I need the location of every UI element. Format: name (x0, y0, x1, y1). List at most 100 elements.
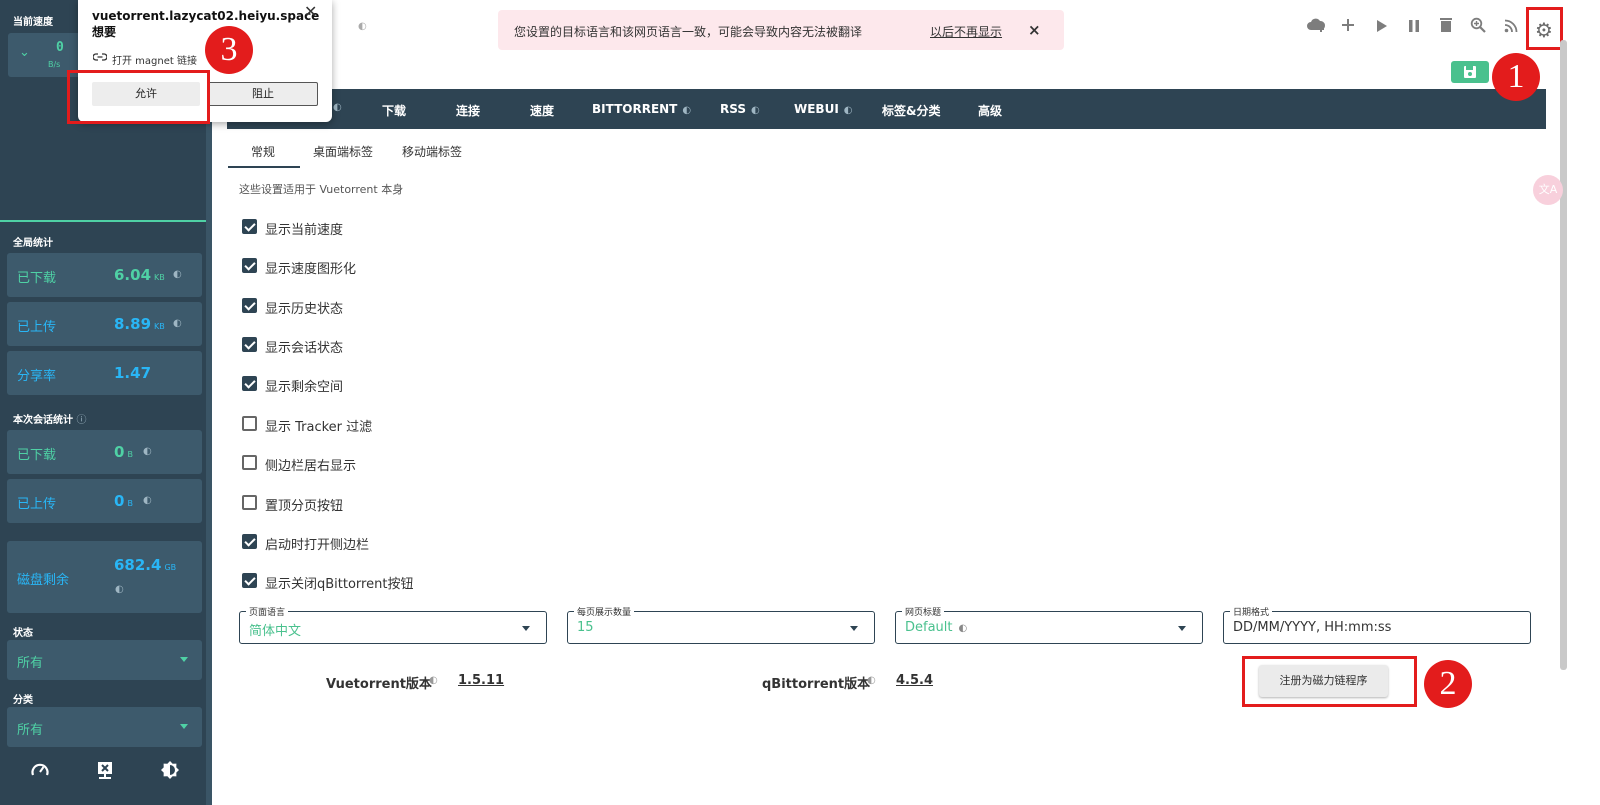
category-filter-value: 所有 (17, 723, 44, 738)
active-subtab-indicator (228, 166, 300, 168)
allow-button-highlight (67, 70, 210, 124)
rss-icon[interactable] (1500, 16, 1522, 40)
register-magnet-button[interactable]: 注册为磁力链程序 (1259, 665, 1388, 697)
popup-title: vuetorrent.lazycat02.heiyu.space 想要 (92, 9, 320, 39)
loading-icon: ◐ (333, 102, 342, 113)
page-size-select[interactable]: 每页展示数量 15 (567, 605, 875, 644)
dropdown-arrow-icon (180, 724, 188, 729)
loading-icon: ◐ (173, 269, 182, 280)
play-icon[interactable] (1370, 16, 1392, 40)
language-select-label: 页面语言 (246, 605, 289, 618)
session-downloaded-card: 已下载 0B ◐ (7, 430, 202, 474)
global-downloaded-label: 已下载 (17, 271, 57, 286)
save-button[interactable] (1451, 61, 1489, 83)
checkbox-unchecked[interactable] (242, 495, 257, 510)
checkbox-checked[interactable] (242, 534, 257, 549)
global-downloaded-card: 已下载 6.04 KB ◐ (7, 253, 202, 297)
loading-icon: ◐ (358, 21, 367, 32)
disk-free-card: 磁盘剩余 682.4 GB ◐ (7, 541, 202, 613)
global-uploaded-value: 8.89 KB (114, 315, 165, 333)
speed-unit: B/s (48, 60, 61, 69)
speedometer-icon[interactable] (29, 760, 51, 782)
status-filter-select[interactable]: 所有 (7, 640, 202, 680)
global-uploaded-card: 已上传 8.89 KB ◐ (7, 302, 202, 346)
speed-graph-baseline (0, 220, 206, 222)
date-format-value: DD/MM/YYYY, HH:mm:ss (1233, 620, 1392, 635)
disk-free-label: 磁盘剩余 (17, 573, 70, 588)
page-size-select-label: 每页展示数量 (574, 605, 635, 618)
date-format-label: 日期格式 (1230, 605, 1273, 618)
dropdown-arrow-icon (180, 657, 188, 662)
tab-speed[interactable]: 速度 (530, 102, 554, 119)
status-filter-value: 所有 (17, 656, 44, 671)
checkbox-checked[interactable] (242, 298, 257, 313)
close-icon[interactable]: ✕ (304, 2, 317, 21)
never-show-link[interactable]: 以后不再显示 (930, 23, 1002, 40)
subtab-desktop[interactable]: 桌面端标签 (313, 143, 373, 160)
date-format-input[interactable]: 日期格式 DD/MM/YYYY, HH:mm:ss (1223, 605, 1531, 644)
dropdown-arrow-icon (850, 626, 858, 631)
page-title-select[interactable]: 网页标题 Default ◐ (895, 605, 1203, 644)
cloud-add-icon[interactable] (1305, 16, 1327, 40)
vuetorrent-version-label: Vuetorrent版本 (326, 677, 432, 692)
page-size-select-value: 15 (577, 620, 594, 635)
subtab-general[interactable]: 常规 (251, 143, 275, 160)
dropdown-arrow-icon (522, 626, 530, 631)
status-heading: 状态 (13, 628, 33, 639)
delete-icon[interactable] (1435, 16, 1457, 40)
main-scrollbar[interactable] (1560, 40, 1567, 670)
info-icon: ⓘ (76, 415, 87, 426)
checkbox-checked[interactable] (242, 219, 257, 234)
translate-banner-message: 您设置的目标语言和该网页语言一致，可能会导致内容无法被翻译 (514, 25, 863, 39)
settings-gear-icon[interactable]: ⚙ (1535, 18, 1553, 42)
annotation-badge-1: 1 (1492, 53, 1540, 101)
tab-rss[interactable]: RSS ◐ (720, 102, 760, 116)
session-downloaded-value: 0B (114, 443, 133, 461)
translate-float-icon[interactable]: 文A (1533, 175, 1563, 205)
tab-tags-categories[interactable]: 标签&分类 (882, 102, 940, 119)
subtab-mobile[interactable]: 移动端标签 (402, 143, 462, 160)
tab-bittorrent[interactable]: BITTORRENT ◐ (592, 102, 691, 116)
global-ratio-card: 分享率 1.47 (7, 351, 202, 395)
close-icon[interactable]: × (1028, 21, 1041, 39)
block-button[interactable]: 阻止 (208, 82, 318, 106)
checkbox-checked[interactable] (242, 376, 257, 391)
theme-toggle-icon[interactable] (159, 760, 181, 782)
floppy-disk-icon (1464, 66, 1476, 78)
ratio-value: 1.47 (114, 364, 152, 382)
add-icon[interactable] (1337, 16, 1359, 40)
pause-icon[interactable] (1403, 16, 1425, 40)
tab-connection[interactable]: 连接 (456, 102, 480, 119)
tab-downloads[interactable]: 下载 (382, 102, 406, 119)
loading-icon: ◐ (867, 675, 876, 686)
chevron-down-icon[interactable]: ⌄ (19, 45, 30, 60)
checkbox-unchecked[interactable] (242, 455, 257, 470)
global-downloaded-value: 6.04 KB (114, 266, 165, 284)
checkbox-checked[interactable] (242, 337, 257, 352)
current-speed-heading: 当前速度 (13, 17, 53, 28)
loading-icon: ◐ (173, 318, 182, 329)
language-select-value: 简体中文 (249, 624, 302, 639)
settings-description: 这些设置适用于 Vuetorrent 本身 (239, 183, 404, 196)
server-remove-icon[interactable] (94, 760, 116, 782)
checkbox-checked[interactable] (242, 258, 257, 273)
tab-advanced[interactable]: 高级 (978, 102, 1002, 119)
checkbox-checked[interactable] (242, 573, 257, 588)
search-plus-icon[interactable] (1467, 16, 1489, 40)
category-filter-select[interactable]: 所有 (7, 707, 202, 747)
page-title-select-value: Default ◐ (905, 620, 968, 635)
qbittorrent-version-link[interactable]: 4.5.4 (896, 673, 933, 688)
vuetorrent-version-link[interactable]: 1.5.11 (458, 673, 504, 688)
loading-icon: ◐ (115, 584, 124, 595)
session-uploaded-value: 0B (114, 492, 133, 510)
settings-tab-bar: ◐ 下载 连接 速度 BITTORRENT ◐ RSS ◐ WEBUI ◐ 标签&分类… (227, 89, 1546, 129)
language-select[interactable]: 页面语言 简体中文 (239, 605, 547, 644)
session-stats-heading: 本次会话统计 ⓘ (13, 415, 87, 426)
session-uploaded-card: 已上传 0B ◐ (7, 479, 202, 523)
tab-webui[interactable]: WEBUI ◐ (794, 102, 853, 116)
checkbox-unchecked[interactable] (242, 416, 257, 431)
annotation-badge-3: 3 (205, 26, 253, 74)
link-icon (92, 52, 108, 65)
disk-free-value: 682.4 GB (114, 556, 177, 574)
session-uploaded-label: 已上传 (17, 497, 57, 512)
